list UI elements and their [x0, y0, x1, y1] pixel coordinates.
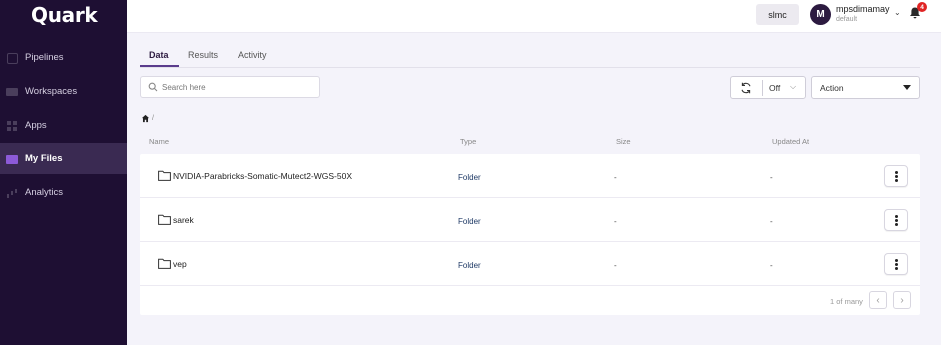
file-type: Folder: [458, 217, 481, 226]
chevron-left-icon: ‹: [876, 294, 880, 306]
action-label: Action: [820, 83, 844, 93]
tab-data[interactable]: Data: [149, 50, 169, 66]
notification-badge: 4: [917, 2, 927, 12]
file-name[interactable]: sarek: [173, 215, 194, 225]
sidebar-item-pipelines[interactable]: Pipelines: [0, 42, 127, 73]
analytics-icon: [6, 187, 18, 199]
row-menu-button[interactable]: [884, 165, 908, 187]
search-input[interactable]: [162, 80, 312, 95]
caret-down-icon: [903, 85, 911, 90]
file-name[interactable]: vep: [173, 259, 187, 269]
more-vertical-icon: [894, 262, 898, 266]
file-type: Folder: [458, 173, 481, 182]
table-row[interactable]: NVIDIA-Parabricks-Somatic-Mutect2-WGS-50…: [140, 154, 920, 198]
sidebar-item-label: Apps: [25, 120, 47, 131]
file-size: -: [614, 217, 617, 226]
home-icon[interactable]: [141, 114, 150, 123]
previous-page-button[interactable]: ‹: [869, 291, 887, 309]
refresh-interval-value[interactable]: Off: [769, 83, 780, 93]
chevron-down-icon[interactable]: ⌵: [790, 82, 796, 92]
column-header-size[interactable]: Size: [616, 137, 631, 146]
sidebar-item-label: My Files: [25, 153, 63, 164]
sidebar-item-label: Workspaces: [25, 86, 78, 97]
column-header-name[interactable]: Name: [149, 137, 169, 146]
sidebar-item-label: Analytics: [25, 187, 64, 198]
org-button[interactable]: slmc: [756, 4, 799, 25]
search-icon: [148, 82, 158, 92]
table-row[interactable]: vep Folder - -: [140, 242, 920, 286]
tabs-divider: [140, 67, 920, 68]
pagination-status: 1 of many: [830, 297, 863, 306]
divider: [762, 80, 763, 96]
files-table: NVIDIA-Parabricks-Somatic-Mutect2-WGS-50…: [140, 154, 920, 315]
folder-icon: [158, 170, 171, 181]
apps-icon: [6, 120, 18, 132]
file-type: Folder: [458, 261, 481, 270]
refresh-icon[interactable]: [739, 81, 753, 95]
sidebar-item-analytics[interactable]: Analytics: [0, 177, 127, 208]
breadcrumb-separator: /: [152, 114, 154, 122]
table-row[interactable]: sarek Folder - -: [140, 198, 920, 242]
file-name[interactable]: NVIDIA-Parabricks-Somatic-Mutect2-WGS-50…: [173, 171, 352, 181]
file-size: -: [614, 261, 617, 270]
tab-activity[interactable]: Activity: [238, 50, 267, 66]
tab-results[interactable]: Results: [188, 50, 218, 66]
username[interactable]: mpsdimamay: [836, 4, 890, 14]
app-logo[interactable]: Quark: [31, 3, 98, 27]
chevron-down-icon[interactable]: ⌄: [894, 8, 901, 17]
top-bar: slmc M mpsdimamay default ⌄ 4: [127, 0, 941, 33]
files-icon: [6, 153, 18, 165]
row-menu-button[interactable]: [884, 209, 908, 231]
more-vertical-icon: [894, 218, 898, 222]
action-dropdown[interactable]: Action: [811, 76, 920, 99]
file-updated: -: [770, 261, 773, 270]
avatar[interactable]: M: [810, 4, 831, 25]
workspaces-icon: [6, 86, 18, 98]
chevron-right-icon: ›: [900, 294, 904, 306]
folder-icon: [158, 214, 171, 225]
file-size: -: [614, 173, 617, 182]
sidebar: Quark Pipelines Workspaces Apps My Files…: [0, 0, 127, 345]
next-page-button[interactable]: ›: [893, 291, 911, 309]
column-header-type[interactable]: Type: [460, 137, 476, 146]
breadcrumb: /: [141, 113, 154, 123]
column-header-updated[interactable]: Updated At: [772, 137, 809, 146]
search-box[interactable]: [140, 76, 320, 98]
file-updated: -: [770, 173, 773, 182]
sidebar-item-label: Pipelines: [25, 52, 64, 63]
folder-icon: [158, 258, 171, 269]
sidebar-item-my-files[interactable]: My Files: [0, 143, 127, 174]
pipelines-icon: [6, 52, 18, 64]
user-role: default: [836, 16, 858, 23]
file-updated: -: [770, 217, 773, 226]
row-menu-button[interactable]: [884, 253, 908, 275]
sidebar-item-apps[interactable]: Apps: [0, 110, 127, 141]
more-vertical-icon: [894, 174, 898, 178]
sidebar-item-workspaces[interactable]: Workspaces: [0, 76, 127, 107]
auto-refresh-control[interactable]: Off ⌵: [730, 76, 806, 99]
